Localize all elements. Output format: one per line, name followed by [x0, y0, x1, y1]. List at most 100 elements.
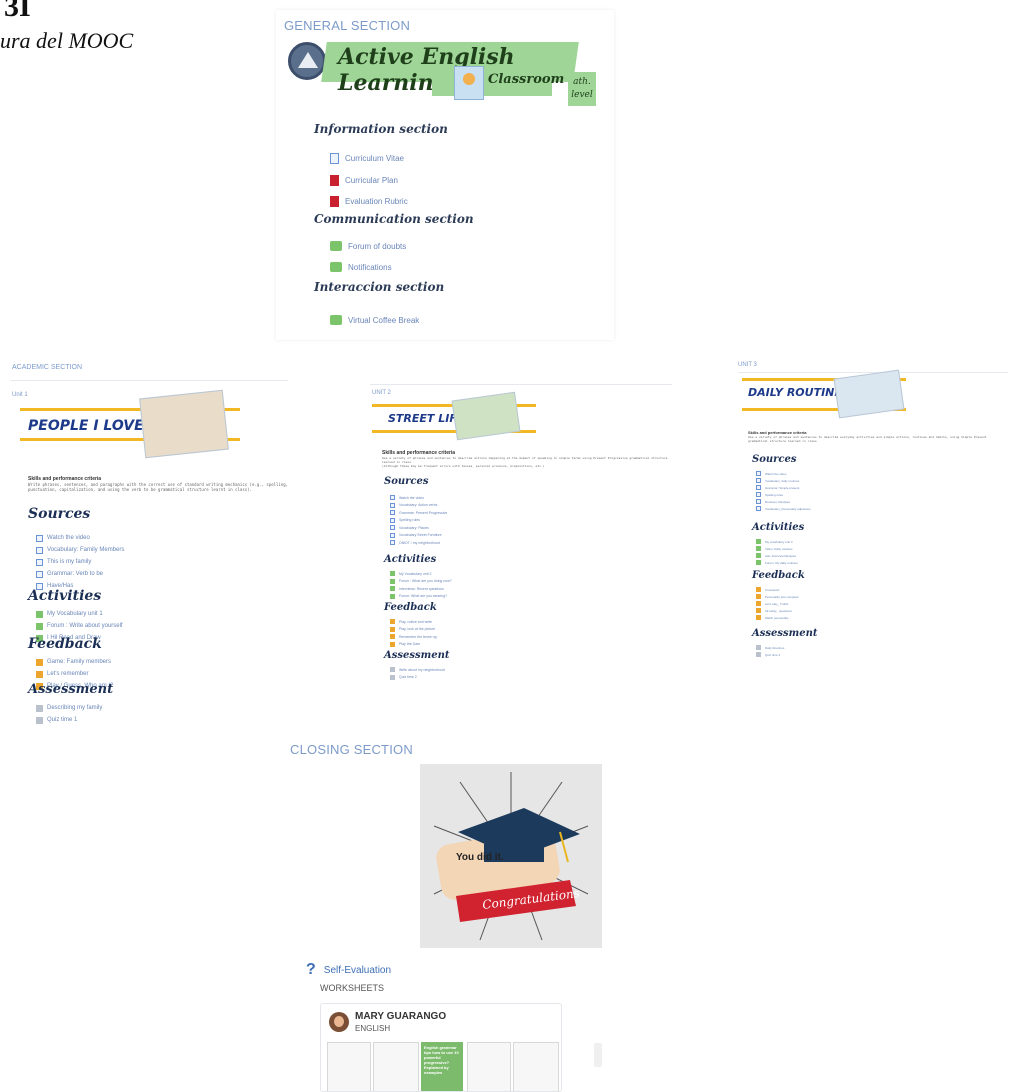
feedback-icon [36, 658, 43, 666]
unit-2-activities-link[interactable]: Forum: What are you wearing? [390, 593, 452, 601]
unit-3-feedback-link[interactable]: Crossword [756, 586, 799, 593]
worksheet-author-name: MARY GUARANGO [355, 1011, 447, 1022]
page-icon [390, 532, 395, 538]
carousel-next-button[interactable] [594, 1043, 602, 1067]
worksheet-thumbnail[interactable] [327, 1042, 371, 1091]
unit-1-assessment-link[interactable]: Quiz time 1 [36, 714, 102, 726]
unit-3-assessment-link[interactable]: Daily Routines [756, 644, 784, 651]
unit-2-sources-link[interactable]: Vocabulary: Action verbs [390, 502, 447, 510]
page-icon [756, 478, 761, 483]
unit-2-sources-link[interactable]: Vocabulary: Places [390, 524, 447, 532]
worksheet-thumbnail[interactable] [513, 1042, 559, 1091]
worksheet-embed-card[interactable]: MARY GUARANGO ENGLISH English grammar ti… [320, 1003, 562, 1092]
assignment-icon [36, 716, 43, 724]
unit-2-assessment-link[interactable]: Write about my neighborhood [390, 666, 445, 674]
forum-icon [390, 586, 395, 592]
you-did-it-text: You did it. [456, 852, 504, 863]
unit-1-assessment-link[interactable]: Describing my family [36, 702, 102, 714]
unit-2-sources-link[interactable]: Vocabulary Street Furniture [390, 532, 447, 540]
unit-2-feedback-link[interactable]: Remember the tense ng [390, 633, 437, 641]
link-evaluation-rubric[interactable]: Evaluation Rubric [330, 196, 408, 207]
unit-2-feedback-link[interactable]: Play, notice and write [390, 618, 437, 626]
interaction-section-heading: Interaccion section [314, 280, 445, 294]
unit-2-activities-link[interactable]: Forum : What are you doing now? [390, 578, 452, 586]
unit-2-feedback-heading: Feedback [384, 602, 437, 613]
unit-3-feedback-link[interactable]: Let's play_ Truths [756, 600, 799, 607]
unit-1-feedback-link[interactable]: Let's remember [36, 668, 113, 680]
document-section-number: 3I [4, 0, 31, 23]
forum-icon [756, 553, 761, 558]
worksheet-thumbnail[interactable] [373, 1042, 419, 1091]
unit-1-sources-link[interactable]: Vocabulary: Family Members [36, 544, 124, 556]
unit-2-sources-link[interactable]: Spelling rules [390, 517, 447, 525]
unit-3-feedback-link[interactable]: Match personality [756, 614, 799, 621]
link-label: This is my family [47, 559, 92, 565]
pdf-icon [330, 196, 339, 207]
self-evaluation-label: Self-Evaluation [323, 964, 392, 976]
link-label: Watch the video [765, 471, 787, 476]
worksheet-thumbnail-featured[interactable]: English grammar tips how to use 10 power… [421, 1042, 463, 1091]
link-forum-of-doubts[interactable]: Forum of doubts [330, 241, 406, 251]
unit-2-feedback-link[interactable]: Play, look at the picture [390, 626, 437, 634]
unit-3-activities-link[interactable]: Video: Daily routines [756, 545, 798, 552]
institution-logo-icon [288, 42, 326, 80]
unit-1-feedback-link[interactable]: Game: Family members [36, 656, 113, 668]
page-icon [390, 517, 395, 523]
link-label: Vocabulary: Action verbs [399, 503, 438, 508]
unit-3-feedback-link[interactable]: Personality test complete [756, 593, 799, 600]
worksheet-thumbnail[interactable] [467, 1042, 511, 1091]
unit-1-assessment-list: Describing my family Quiz time 1 [36, 702, 102, 726]
unit-3-assessment-list: Daily Routines Quiz time 3 [756, 644, 784, 658]
link-label: Interviews: Recent questions [399, 586, 444, 591]
unit-3-activities-link[interactable]: My vocabulary unit 3 [756, 538, 798, 545]
forum-icon [756, 539, 761, 544]
unit-3-sources-link[interactable]: Grammar: Simple present [756, 484, 811, 491]
unit-3-assessment-link[interactable]: Quiz time 3 [756, 651, 784, 658]
link-label: Quiz time 2 [399, 675, 417, 680]
unit-2-assessment-heading: Assessment [384, 650, 450, 661]
link-label: Let's play_ Truths [765, 601, 789, 606]
unit-3-sources-link[interactable]: Spelling rules [756, 491, 811, 498]
link-notifications[interactable]: Notifications [330, 262, 392, 272]
link-virtual-coffee-break[interactable]: Virtual Coffee Break [330, 315, 419, 325]
information-section-heading: Information section [314, 122, 448, 136]
unit-1-sources-link[interactable]: This is my family [36, 556, 124, 568]
feedback-icon [756, 594, 761, 599]
feedback-icon [390, 626, 395, 632]
unit-3-sources-link[interactable]: Vocabulary: daily routines [756, 477, 811, 484]
unit-1-activities-link[interactable]: Forum : Write about yourself [36, 620, 123, 632]
unit-2-sources-heading: Sources [384, 476, 429, 487]
unit-2-activities-link[interactable]: Interviews: Recent questions [390, 585, 452, 593]
link-label: Game: Family members [47, 659, 112, 665]
unit-3-activities-link[interactable]: Ask: Interview lifestyles [756, 552, 798, 559]
unit-3-feedback-link[interactable]: All today_ questions [756, 607, 799, 614]
link-curriculum-vitae[interactable]: Curriculum Vitae [330, 153, 404, 164]
unit-3-activities-link[interactable]: Forum: My daily routines [756, 559, 798, 566]
link-label: Remember the tense ng [399, 634, 437, 639]
unit-1-sources-link[interactable]: Grammar: Verb to be [36, 568, 124, 580]
unit-2-sources-link[interactable]: Watch the video [390, 494, 447, 502]
unit-2-activities-link[interactable]: My Vocabulary unit 2 [390, 570, 452, 578]
self-evaluation-link[interactable]: ? Self-Evaluation [306, 961, 391, 979]
unit-1-activities-link[interactable]: My Vocabulary unit 1 [36, 608, 123, 620]
link-label: Ask: Interview lifestyles [765, 553, 797, 558]
course-banner-subtitle: Classroom [488, 72, 565, 87]
unit-3-assessment-heading: Assessment [752, 628, 818, 639]
unit-2-assessment-link[interactable]: Quiz time 2 [390, 674, 445, 682]
page-icon [756, 471, 761, 476]
unit-2-feedback-list: Play, notice and write Play, look at the … [390, 618, 437, 648]
forum-icon [330, 241, 342, 251]
unit-3-sources-link[interactable]: Watch the video [756, 470, 811, 477]
unit-2-feedback-link[interactable]: Play the Gam [390, 641, 437, 649]
unit-3-sources-link[interactable]: Vocabulary_Personality adjectives [756, 505, 811, 512]
unit-1-feedback-heading: Feedback [28, 636, 102, 652]
link-curricular-plan[interactable]: Curricular Plan [330, 175, 398, 186]
unit-3-sources-link[interactable]: Routines: lifestyles [756, 498, 811, 505]
unit-2-sources-link[interactable]: Grammar: Present Progressive [390, 509, 447, 517]
unit-2-sources-link[interactable]: ONIDT / my neighborhood [390, 539, 447, 547]
document-caption: ura del MOOC [0, 28, 134, 53]
unit-1-sources-link[interactable]: Watch the video [36, 532, 124, 544]
link-label: Routines: lifestyles [765, 499, 791, 504]
link-label: Video: Daily routines [765, 546, 793, 551]
link-label: Vocabulary: Places [399, 525, 429, 530]
